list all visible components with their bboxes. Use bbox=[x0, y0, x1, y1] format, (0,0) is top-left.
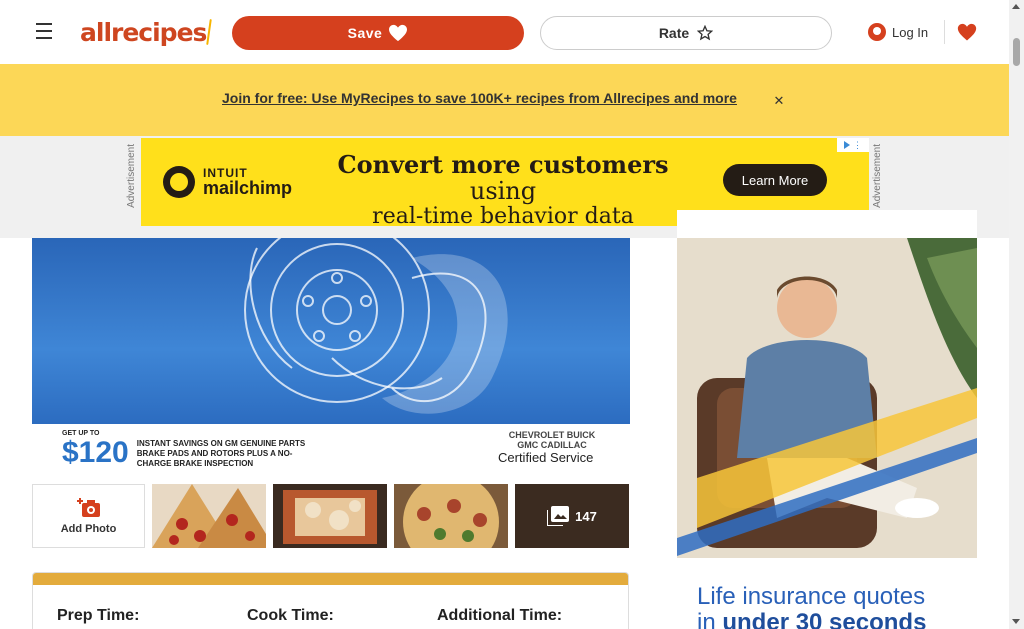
gm-brand-logos: CHEVROLET BUICK GMC CADILLAC bbox=[508, 430, 596, 450]
add-photo-button[interactable]: Add Photo bbox=[32, 484, 145, 548]
adchoices-icon[interactable]: ⋮ bbox=[837, 138, 869, 152]
recipe-photo-strip: Add Photo 147 bbox=[32, 484, 630, 548]
additional-time-label: Additional Time: bbox=[437, 607, 563, 624]
add-photo-label: Add Photo bbox=[60, 523, 117, 535]
promo-banner: Join for free: Use MyRecipes to save 100… bbox=[0, 64, 1009, 136]
ad-headline-bold: Convert more customers bbox=[337, 150, 669, 179]
save-button-label: Save bbox=[347, 25, 383, 41]
promo-close-icon[interactable]: ✕ bbox=[772, 93, 786, 108]
details-accent-bar bbox=[33, 573, 628, 585]
logo-text: allrecipes bbox=[80, 17, 207, 47]
gm-offer-description: INSTANT SAVINGS ON GM GENUINE PARTS BRAK… bbox=[136, 439, 306, 468]
gm-savings-amount: $120 bbox=[62, 436, 129, 469]
photo-count: 147 bbox=[575, 508, 597, 524]
menu-button[interactable] bbox=[32, 18, 56, 44]
freddie-icon bbox=[163, 166, 195, 198]
ad-headline-rest: using bbox=[469, 177, 537, 206]
login-label: Log In bbox=[892, 24, 929, 40]
saved-recipes-button[interactable] bbox=[956, 20, 978, 46]
camera-plus-icon bbox=[76, 498, 100, 517]
sidebar-ad-line2-prefix: in bbox=[697, 609, 723, 629]
gm-brake-ad[interactable]: GET UP TO $120 INSTANT SAVINGS ON GM GEN… bbox=[32, 238, 630, 476]
sidebar-ad-line1: Life insurance quotes bbox=[697, 583, 926, 610]
hamburger-icon-line bbox=[36, 30, 52, 32]
learn-more-button[interactable]: Learn More bbox=[723, 164, 827, 196]
cook-time-label: Cook Time: bbox=[247, 607, 334, 624]
save-button[interactable]: Save bbox=[232, 16, 524, 50]
sidebar-ad-image bbox=[677, 238, 977, 558]
sidebar-ad-text: Life insurance quotes in under 30 second… bbox=[697, 583, 967, 629]
page: allrecipes Save Rate Log In Join for fre… bbox=[0, 0, 1024, 629]
more-photos-button[interactable]: 147 bbox=[515, 484, 629, 548]
scroll-thumb[interactable] bbox=[1013, 38, 1020, 66]
recipe-photo-thumbnail-3[interactable] bbox=[394, 484, 508, 548]
advertisement-label: Advertisement bbox=[126, 144, 137, 208]
gm-offer: GET UP TO $120 INSTANT SAVINGS ON GM GEN… bbox=[62, 430, 307, 470]
site-header: allrecipes Save Rate Log In bbox=[0, 0, 1009, 64]
sidebar-ad-line2-bold: under 30 seconds bbox=[722, 609, 927, 629]
certified-service-logo: Certified Service bbox=[498, 450, 594, 465]
myrecipes-join-link[interactable]: Join for free: Use MyRecipes to save 100… bbox=[222, 90, 756, 110]
heart-icon bbox=[389, 24, 408, 42]
scroll-up-arrow-icon[interactable] bbox=[1012, 4, 1020, 9]
photo-gallery-icon bbox=[547, 506, 570, 526]
scroll-down-arrow-icon[interactable] bbox=[1012, 619, 1020, 624]
advertisement-label-right: Advertisement bbox=[872, 144, 883, 208]
ad-headline-line2: real-time behavior data bbox=[372, 203, 634, 226]
hamburger-icon-line-bottom bbox=[36, 37, 52, 39]
recipe-details-card: Prep Time: Cook Time: Additional Time: bbox=[32, 572, 629, 629]
header-divider bbox=[944, 20, 945, 44]
recipe-photo-thumbnail[interactable] bbox=[152, 484, 266, 548]
life-insurance-ad[interactable]: Life insurance quotes in under 30 second… bbox=[677, 210, 977, 629]
rate-button-label: Rate bbox=[658, 25, 690, 41]
logo-spoon-icon bbox=[206, 19, 212, 45]
man-on-chair-illustration bbox=[677, 238, 977, 558]
login-button[interactable]: Log In bbox=[868, 20, 934, 44]
gm-get-up-to: GET UP TO bbox=[62, 430, 100, 437]
gm-offer-strip: GET UP TO $120 INSTANT SAVINGS ON GM GEN… bbox=[32, 424, 630, 476]
pizza-whole-image bbox=[394, 484, 508, 548]
page-scrollbar[interactable] bbox=[1009, 0, 1024, 629]
mailchimp-logo: INTUIT mailchimp bbox=[163, 166, 292, 198]
brake-blueprint-image bbox=[32, 238, 630, 424]
saved-heart-icon bbox=[957, 23, 977, 41]
ad-headline: Convert more customers using real-time b… bbox=[313, 150, 693, 226]
star-icon bbox=[697, 25, 714, 41]
mailchimp-brand-name: mailchimp bbox=[203, 178, 293, 198]
hamburger-icon bbox=[36, 23, 52, 25]
brake-rotor-illustration bbox=[244, 238, 508, 414]
prep-time-label: Prep Time: bbox=[57, 607, 140, 624]
rate-button[interactable]: Rate bbox=[540, 16, 832, 50]
site-logo[interactable]: allrecipes bbox=[80, 16, 212, 48]
user-icon bbox=[868, 23, 886, 41]
pizza-slices-image bbox=[152, 484, 266, 548]
recipe-photo-thumbnail-2[interactable] bbox=[273, 484, 387, 548]
pizza-pan-image bbox=[273, 484, 387, 548]
